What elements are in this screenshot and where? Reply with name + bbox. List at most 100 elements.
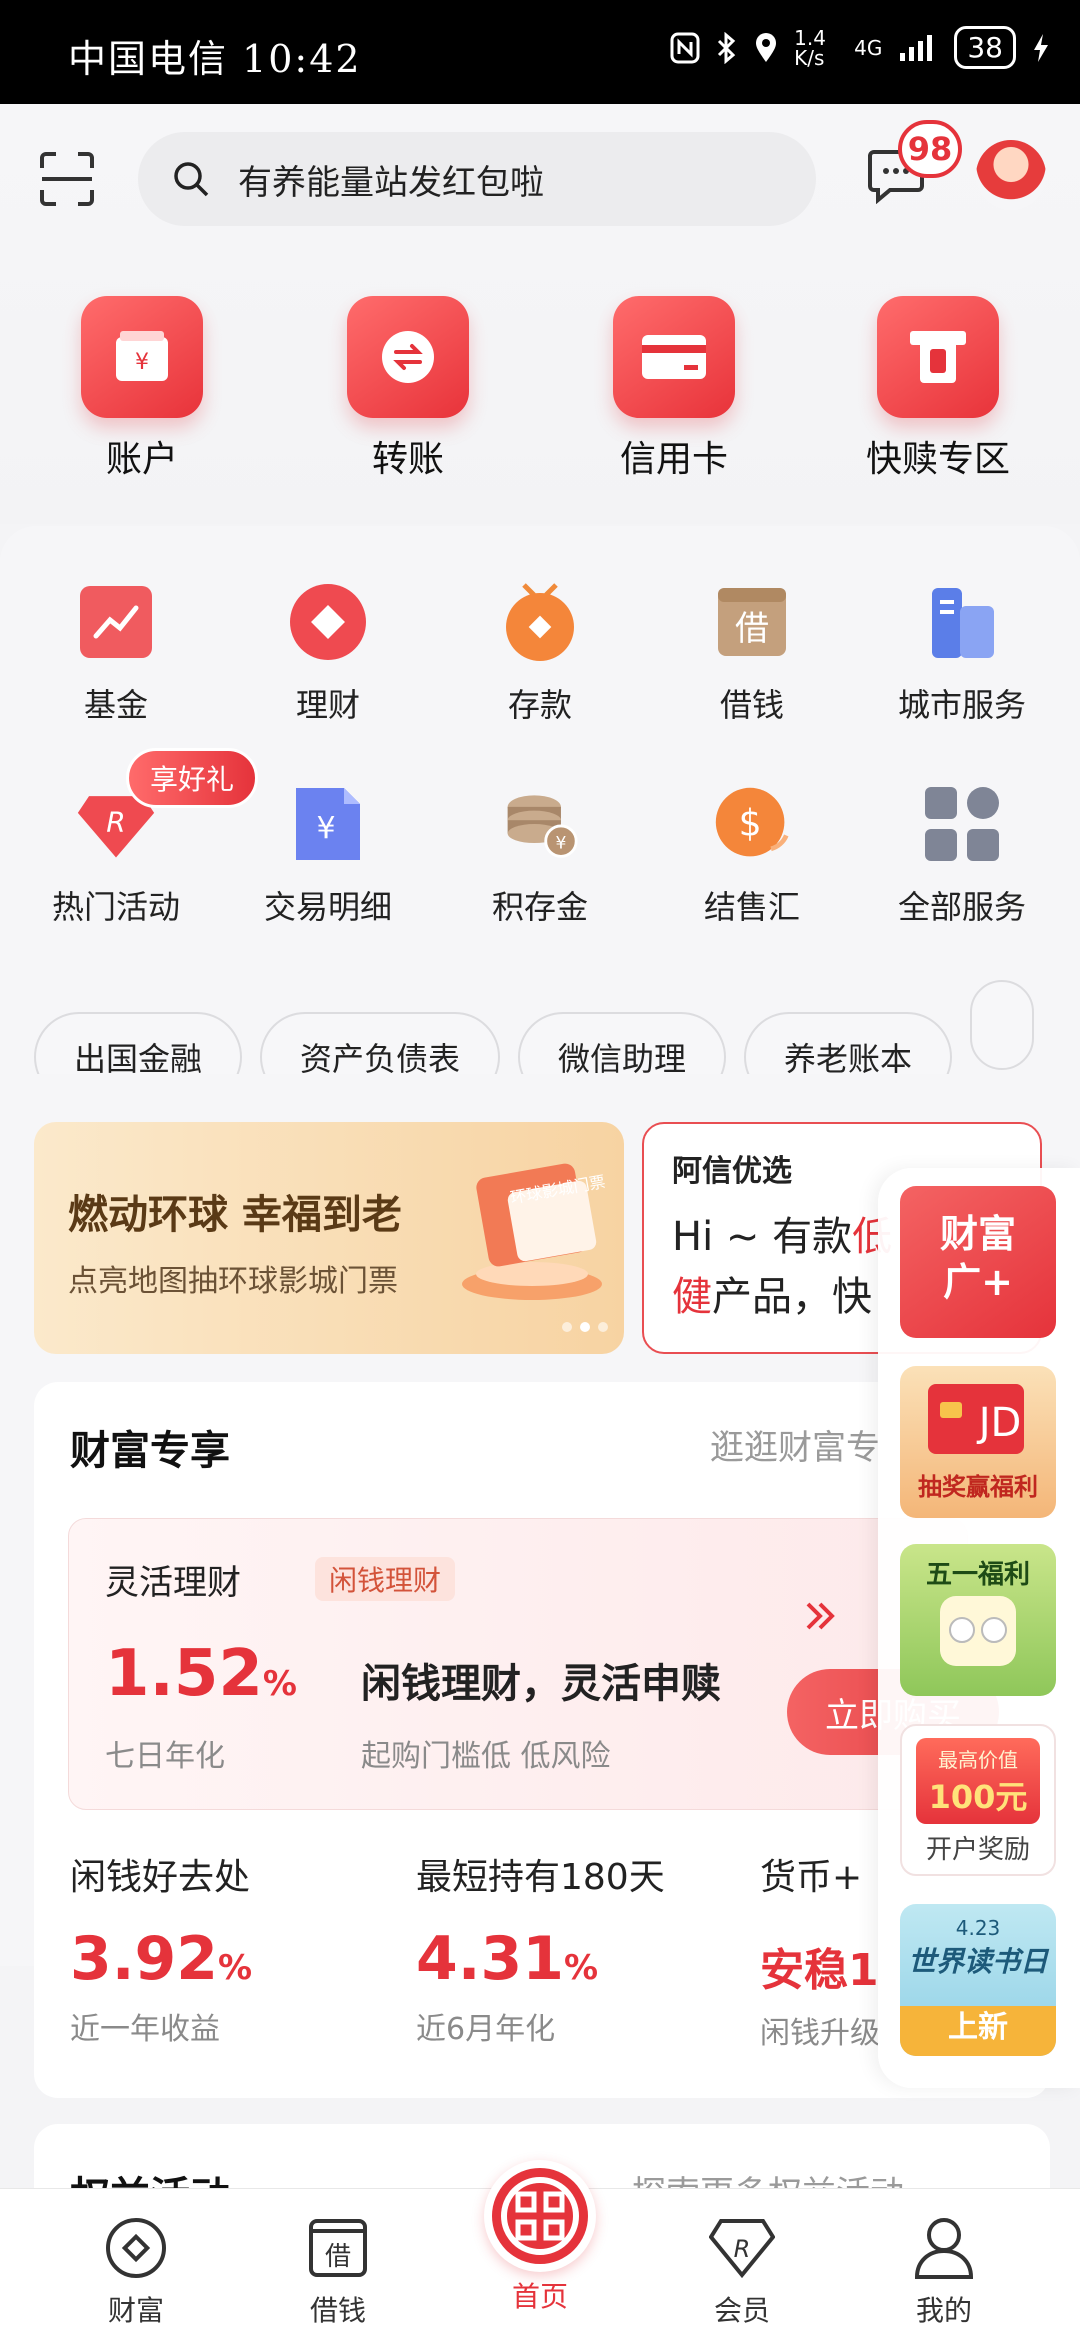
- product-rate: 4.31%: [416, 1924, 716, 1994]
- message-badge: 98: [898, 120, 962, 178]
- service-city[interactable]: 城市服务: [862, 582, 1062, 726]
- mascot-avatar[interactable]: [976, 140, 1046, 210]
- search-bar[interactable]: 有养能量站发红包啦: [138, 132, 816, 226]
- service-label: 交易明细: [263, 888, 392, 926]
- chip-overseas-finance[interactable]: 出国金融: [34, 1012, 243, 1074]
- service-label: 基金: [83, 686, 148, 724]
- deposit-icon: [500, 582, 580, 662]
- double-chevron-icon[interactable]: [800, 1596, 840, 1640]
- open-account-amount: 100元: [928, 1778, 1028, 1816]
- transaction-detail-icon: ¥: [288, 784, 368, 864]
- home-tab-icon[interactable]: [484, 2160, 596, 2272]
- carousel-dots: [562, 1322, 608, 1332]
- action-label: 快赎专区: [865, 439, 1010, 480]
- service-label: 理财: [295, 686, 360, 724]
- jd-lottery-card[interactable]: JD 抽奖赢福利: [900, 1366, 1056, 1518]
- search-icon: [174, 162, 209, 197]
- product-rate-label: 近6月年化: [416, 2012, 556, 2047]
- tab-member[interactable]: R 会员: [672, 2213, 812, 2329]
- svg-text:¥: ¥: [135, 350, 149, 375]
- svg-text:¥: ¥: [316, 811, 335, 846]
- carrier-time: 中国电信 10:42: [68, 37, 362, 81]
- product-tag: 闲钱理财: [315, 1557, 456, 1601]
- open-account-top: 最高价值: [938, 1748, 1018, 1772]
- gift-badge: 享好礼: [126, 748, 258, 808]
- may-day-card[interactable]: 五一福利: [900, 1544, 1056, 1696]
- tab-profile[interactable]: 我的: [874, 2213, 1014, 2329]
- net-speed: 1.4 K/s: [794, 25, 826, 70]
- rate-value: 4.31: [416, 1924, 565, 1994]
- jd-lottery-label: 抽奖赢福利: [918, 1473, 1038, 1501]
- action-transfer[interactable]: 转账: [288, 296, 528, 482]
- service-fund[interactable]: 基金: [16, 582, 216, 726]
- service-deposit[interactable]: 存款: [440, 582, 640, 726]
- svg-text:JD: JD: [976, 1400, 1022, 1446]
- tab-label: 我的: [915, 2294, 972, 2327]
- book-day-tag: 上新: [948, 2010, 1008, 2045]
- quick-chips: 出国金融 资产负债表 微信助理 养老账本: [34, 980, 1080, 1074]
- service-label: 结售汇: [703, 888, 800, 926]
- service-fx[interactable]: $ 结售汇: [652, 784, 852, 928]
- fx-icon: $: [712, 784, 792, 864]
- book-day-title: 世界读书日: [907, 1945, 1048, 1978]
- product-name: 闲钱好去处: [70, 1857, 251, 1898]
- wealth-square-card[interactable]: 财富广+: [900, 1186, 1056, 1338]
- product-headline: 闲钱理财，灵活申赎: [361, 1661, 721, 1707]
- rate-value: 3.92: [70, 1924, 219, 1994]
- charging-icon: [1032, 32, 1050, 64]
- book-day-card[interactable]: 4.23 世界读书日 上新: [900, 1904, 1056, 2056]
- wealth-title: 财富专享: [70, 1428, 230, 1474]
- service-all[interactable]: 全部服务: [862, 784, 1062, 928]
- promo-title: 燃动环球 幸福到老: [68, 1192, 402, 1238]
- signal-icon: [898, 33, 938, 63]
- tab-home[interactable]: 首页: [470, 2269, 610, 2315]
- floating-side-rail: 财富广+ JD 抽奖赢福利 五一福利 最高价值 100元 开户奖励 4.23 世…: [878, 1168, 1080, 2088]
- service-wealth[interactable]: 理财: [228, 582, 428, 726]
- wealth-square-label: 财富广+: [939, 1212, 1016, 1304]
- wealth-tab-icon: [101, 2213, 171, 2283]
- service-transaction-detail[interactable]: ¥ 交易明细: [228, 784, 428, 928]
- service-gold[interactable]: ¥ 积存金: [440, 784, 640, 928]
- borrow-icon: 借: [712, 582, 792, 662]
- ad-brand: 阿信优选: [672, 1154, 792, 1189]
- tab-borrow[interactable]: 借 借钱: [268, 2213, 408, 2329]
- service-label: 全部服务: [897, 888, 1026, 926]
- product-idle-money[interactable]: 闲钱好去处 3.92% 近一年收益: [70, 1848, 370, 2048]
- wealth-more-link[interactable]: 逛逛财富专: [710, 1420, 880, 1469]
- action-account[interactable]: ¥ 账户: [22, 296, 262, 482]
- quick-redeem-icon: [877, 296, 999, 418]
- scan-icon[interactable]: [38, 150, 96, 208]
- member-tab-icon: R: [707, 2213, 777, 2283]
- location-icon: [754, 32, 778, 64]
- promo-subtitle: 点亮地图抽环球影城门票: [68, 1264, 398, 1299]
- svg-text:R: R: [734, 2235, 751, 2263]
- action-quick-redeem[interactable]: 快赎专区: [818, 296, 1058, 482]
- product-rate-label: 近一年收益: [70, 2012, 220, 2047]
- product-rate: 3.92%: [70, 1924, 370, 1994]
- borrow-tab-icon: 借: [303, 2213, 373, 2283]
- svg-text:¥: ¥: [555, 834, 566, 854]
- service-label: 借钱: [719, 686, 784, 724]
- gold-savings-icon: ¥: [500, 784, 580, 864]
- svg-text:$: $: [739, 801, 762, 844]
- wallet-icon: ¥: [81, 296, 203, 418]
- action-credit-card[interactable]: 信用卡: [554, 296, 794, 482]
- svg-text:借: 借: [325, 2242, 351, 2272]
- flex-wealth-card[interactable]: 灵活理财 闲钱理财 1.52% 七日年化 闲钱理财，灵活申赎 起购门槛低 低风险…: [68, 1518, 999, 1810]
- chip-more[interactable]: [970, 980, 1035, 1070]
- chip-wechat-assistant[interactable]: 微信助理: [518, 1012, 727, 1074]
- tab-label: 首页: [511, 2280, 568, 2313]
- action-label: 账户: [105, 439, 178, 480]
- ticket-illustration: 环球影城门票: [462, 1163, 606, 1300]
- open-account-card[interactable]: 最高价值 100元 开户奖励: [900, 1724, 1056, 1876]
- wealth-icon: [288, 582, 368, 662]
- rate-label: 七日年化: [105, 1739, 225, 1774]
- chip-pension-ledger[interactable]: 养老账本: [744, 1012, 953, 1074]
- product-180-days[interactable]: 最短持有180天 4.31% 近6月年化: [416, 1848, 716, 2048]
- service-borrow[interactable]: 借 借钱: [652, 582, 852, 726]
- chip-balance-sheet[interactable]: 资产负债表: [260, 1012, 501, 1074]
- promo-banner[interactable]: 燃动环球 幸福到老 点亮地图抽环球影城门票 环球影城门票: [34, 1122, 624, 1354]
- service-label: 存款: [507, 686, 572, 724]
- product-rate: 1.52%: [105, 1637, 297, 1711]
- tab-wealth[interactable]: 财富: [66, 2213, 206, 2329]
